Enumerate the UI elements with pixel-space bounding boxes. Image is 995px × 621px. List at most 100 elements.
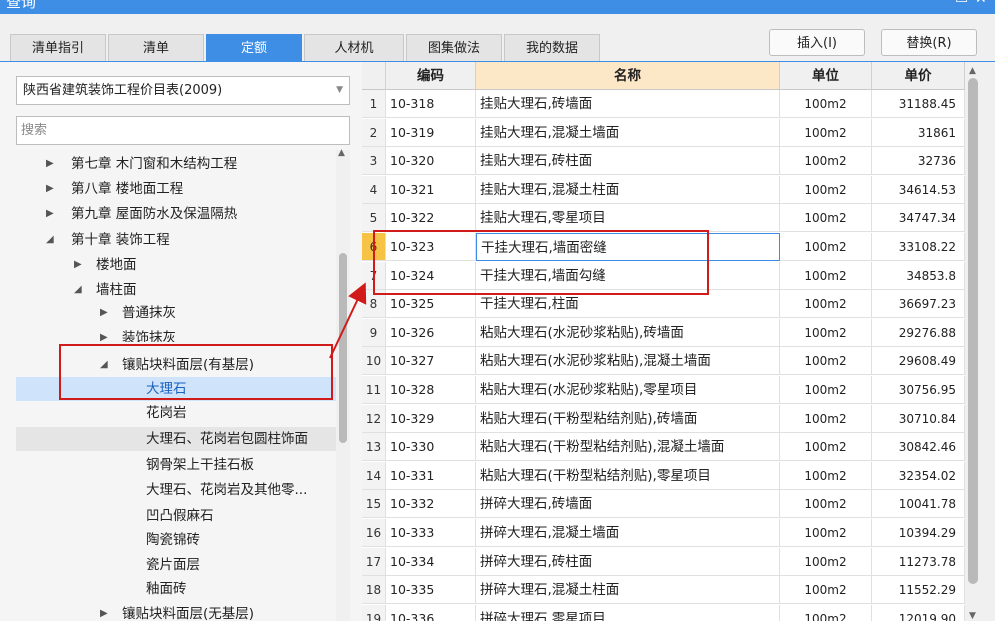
cell-price[interactable]: 34747.34 xyxy=(872,204,965,233)
cell-code[interactable]: 10-330 xyxy=(386,433,476,462)
cell-price[interactable]: 34614.53 xyxy=(872,175,965,204)
tree-node[interactable]: ▶ 装饰抹灰 xyxy=(16,326,336,342)
table-row[interactable]: 9 10-326 粘贴大理石(水泥砂浆粘贴),砖墙面 100m2 29276.88 xyxy=(362,318,965,347)
cell-name[interactable]: 拼碎大理石,零星项目 xyxy=(476,604,780,621)
tree-node-hovered[interactable]: 大理石、花岗岩包圆柱饰面 xyxy=(16,427,336,451)
scroll-up-icon[interactable]: ▲ xyxy=(338,148,345,158)
cell-code[interactable]: 10-318 xyxy=(386,90,476,118)
tree-node[interactable]: ▶ 普通抹灰 xyxy=(16,301,336,325)
insert-button[interactable]: 插入(I) xyxy=(769,29,865,56)
cell-code[interactable]: 10-321 xyxy=(386,175,476,204)
cell-unit[interactable]: 100m2 xyxy=(780,175,872,204)
cell-code[interactable]: 10-333 xyxy=(386,519,476,547)
cell-unit[interactable]: 100m2 xyxy=(780,90,872,118)
cell-code[interactable]: 10-326 xyxy=(386,318,476,347)
scroll-up-icon[interactable]: ▲ xyxy=(969,66,976,76)
tree-node[interactable]: 钢骨架上干挂石板 xyxy=(16,453,336,477)
replace-button[interactable]: 替换(R) xyxy=(881,29,977,56)
cell-name[interactable]: 粘贴大理石(水泥砂浆粘贴),砖墙面 xyxy=(476,318,780,347)
tree-node[interactable]: 釉面砖 xyxy=(16,577,336,601)
library-select[interactable]: 陕西省建筑装饰工程价目表(2009) ▼ xyxy=(16,76,350,105)
cell-price[interactable]: 11552.29 xyxy=(872,576,965,605)
caret-down-icon[interactable]: ◢ xyxy=(46,228,54,252)
header-price[interactable]: 单价 xyxy=(872,62,965,90)
tree-scrollbar-thumb[interactable] xyxy=(339,253,347,443)
table-row[interactable]: 16 10-333 拼碎大理石,混凝土墙面 100m2 10394.29 xyxy=(362,519,965,547)
tab-bill-guide[interactable]: 清单指引 xyxy=(10,34,106,61)
table-row[interactable]: 4 10-321 挂贴大理石,混凝土柱面 100m2 34614.53 xyxy=(362,175,965,204)
row-number[interactable]: 17 xyxy=(362,547,386,576)
cell-price[interactable]: 33108.22 xyxy=(872,233,965,261)
cell-price[interactable]: 31861 xyxy=(872,118,965,147)
caret-down-icon[interactable]: ◢ xyxy=(74,278,82,302)
table-row[interactable]: 1 10-318 挂贴大理石,砖墙面 100m2 31188.45 xyxy=(362,90,965,118)
cell-price[interactable]: 36697.23 xyxy=(872,290,965,319)
cell-code[interactable]: 10-336 xyxy=(386,604,476,621)
table-row[interactable]: 17 10-334 拼碎大理石,砖柱面 100m2 11273.78 xyxy=(362,547,965,576)
table-row[interactable]: 19 10-336 拼碎大理石,零星项目 100m2 12019.90 xyxy=(362,604,965,621)
cell-code[interactable]: 10-320 xyxy=(386,147,476,176)
caret-right-icon[interactable]: ▶ xyxy=(46,152,54,176)
row-number[interactable]: 1 xyxy=(362,90,386,118)
cell-name[interactable]: 拼碎大理石,混凝土墙面 xyxy=(476,519,780,547)
cell-name[interactable]: 粘贴大理石(水泥砂浆粘贴),混凝土墙面 xyxy=(476,347,780,376)
tree-node[interactable]: 陶瓷锦砖 xyxy=(16,528,336,552)
tab-my-data[interactable]: 我的数据 xyxy=(504,34,600,61)
row-number[interactable]: 13 xyxy=(362,433,386,462)
row-number[interactable]: 15 xyxy=(362,490,386,519)
cell-code[interactable]: 10-327 xyxy=(386,347,476,376)
cell-code[interactable]: 10-328 xyxy=(386,376,476,404)
row-number[interactable]: 5 xyxy=(362,204,386,233)
cell-name[interactable]: 拼碎大理石,混凝土柱面 xyxy=(476,576,780,605)
tree-node[interactable]: ▶ 第七章 木门窗和木结构工程 xyxy=(16,152,336,176)
cell-name[interactable]: 粘贴大理石(水泥砂浆粘贴),零星项目 xyxy=(476,376,780,404)
row-number[interactable]: 19 xyxy=(362,604,386,621)
tab-bill[interactable]: 清单 xyxy=(108,34,204,61)
tree-node[interactable]: ▶ 第八章 楼地面工程 xyxy=(16,177,336,201)
tree-node[interactable]: 凹凸假麻石 xyxy=(16,504,336,528)
tab-atlas-method[interactable]: 图集做法 xyxy=(406,34,502,61)
cell-unit[interactable]: 100m2 xyxy=(780,261,872,290)
cell-name[interactable]: 挂贴大理石,混凝土墙面 xyxy=(476,118,780,147)
cell-price[interactable]: 29608.49 xyxy=(872,347,965,376)
cell-price[interactable]: 11273.78 xyxy=(872,547,965,576)
cell-price[interactable]: 29276.88 xyxy=(872,318,965,347)
cell-unit[interactable]: 100m2 xyxy=(780,118,872,147)
cell-name[interactable]: 粘贴大理石(干粉型粘结剂贴),混凝土墙面 xyxy=(476,433,780,462)
cell-name[interactable]: 粘贴大理石(干粉型粘结剂贴),零星项目 xyxy=(476,461,780,490)
cell-unit[interactable]: 100m2 xyxy=(780,147,872,176)
table-row[interactable]: 11 10-328 粘贴大理石(水泥砂浆粘贴),零星项目 100m2 30756.95 xyxy=(362,376,965,404)
cell-code[interactable]: 10-331 xyxy=(386,461,476,490)
row-number[interactable]: 9 xyxy=(362,318,386,347)
table-scrollbar-thumb[interactable] xyxy=(968,78,978,584)
cell-price[interactable]: 30842.46 xyxy=(872,433,965,462)
cell-price[interactable]: 12019.90 xyxy=(872,604,965,621)
row-number[interactable]: 2 xyxy=(362,118,386,147)
table-row[interactable]: 15 10-332 拼碎大理石,砖墙面 100m2 10041.78 xyxy=(362,490,965,519)
cell-name[interactable]: 挂贴大理石,砖墙面 xyxy=(476,90,780,118)
cell-unit[interactable]: 100m2 xyxy=(780,318,872,347)
cell-unit[interactable]: 100m2 xyxy=(780,604,872,621)
tree-node[interactable]: 大理石、花岗岩及其他零... xyxy=(16,478,336,502)
cell-price[interactable]: 32736 xyxy=(872,147,965,176)
table-row[interactable]: 14 10-331 粘贴大理石(干粉型粘结剂贴),零星项目 100m2 32354.02 xyxy=(362,461,965,490)
cell-price[interactable]: 32354.02 xyxy=(872,461,965,490)
tree-node[interactable]: ▶ 镶贴块料面层(无基层) xyxy=(16,602,336,621)
cell-code[interactable]: 10-329 xyxy=(386,404,476,433)
scroll-down-icon[interactable]: ▼ xyxy=(969,611,976,621)
row-number[interactable]: 12 xyxy=(362,404,386,433)
cell-unit[interactable]: 100m2 xyxy=(780,490,872,519)
cell-price[interactable]: 30756.95 xyxy=(872,376,965,404)
cell-unit[interactable]: 100m2 xyxy=(780,433,872,462)
cell-code[interactable]: 10-332 xyxy=(386,490,476,519)
row-number[interactable]: 4 xyxy=(362,175,386,204)
row-number[interactable]: 3 xyxy=(362,147,386,176)
table-row[interactable]: 5 10-322 挂贴大理石,零星项目 100m2 34747.34 xyxy=(362,204,965,233)
cell-code[interactable]: 10-319 xyxy=(386,118,476,147)
caret-right-icon[interactable]: ▶ xyxy=(46,202,54,226)
cell-name[interactable]: 挂贴大理石,零星项目 xyxy=(476,204,780,233)
cell-unit[interactable]: 100m2 xyxy=(780,519,872,547)
minimize-icon[interactable]: ▭ xyxy=(955,0,968,7)
close-icon[interactable]: ✕ xyxy=(975,0,987,7)
table-scrollbar[interactable]: ▲ ▼ xyxy=(965,62,995,621)
